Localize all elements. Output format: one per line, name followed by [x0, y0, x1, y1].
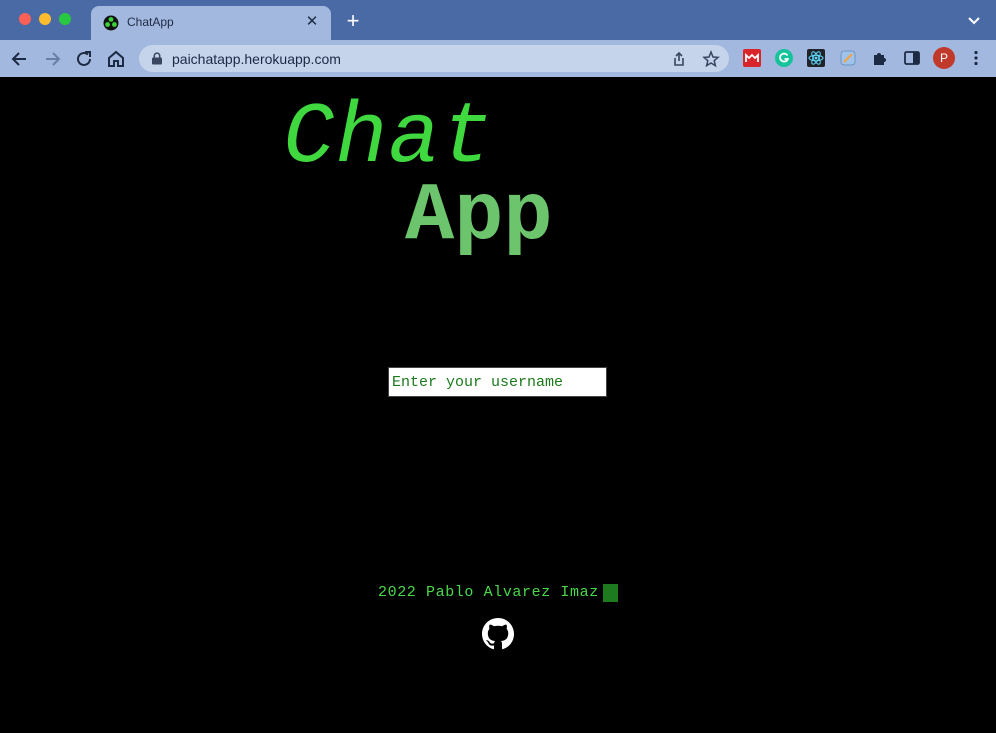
home-icon[interactable]: [105, 48, 127, 70]
close-window-button[interactable]: [19, 13, 31, 25]
forward-arrow-icon[interactable]: [41, 48, 63, 70]
lock-icon: [152, 52, 162, 65]
reload-icon[interactable]: [73, 48, 95, 70]
grammarly-extension-icon[interactable]: [775, 49, 793, 67]
browser-tab-bar: ChatApp ✕ +: [0, 0, 996, 40]
react-devtools-extension-icon[interactable]: [807, 49, 825, 67]
address-bar[interactable]: paichatapp.herokuapp.com: [139, 45, 729, 72]
share-icon[interactable]: [670, 50, 688, 68]
footer-credit: 2022 Pablo Alvarez Imaz: [378, 584, 599, 601]
mendeley-extension-icon[interactable]: [743, 49, 761, 67]
browser-toolbar: paichatapp.herokuapp.com P: [0, 40, 996, 77]
profile-avatar[interactable]: P: [933, 47, 955, 69]
side-panel-icon[interactable]: [903, 49, 921, 67]
username-input[interactable]: [388, 367, 607, 397]
back-arrow-icon[interactable]: [9, 48, 31, 70]
color-picker-extension-icon[interactable]: [839, 49, 857, 67]
chatapp-favicon-icon: [103, 15, 119, 31]
url-text: paichatapp.herokuapp.com: [172, 51, 341, 67]
minimize-window-button[interactable]: [39, 13, 51, 25]
kebab-menu-icon[interactable]: [967, 49, 985, 67]
extensions-puzzle-icon[interactable]: [871, 49, 889, 67]
logo-app-text: App: [405, 170, 553, 263]
avatar-letter: P: [939, 51, 948, 65]
tab-title: ChatApp: [127, 15, 174, 29]
maximize-window-button[interactable]: [59, 13, 71, 25]
new-tab-button[interactable]: +: [343, 10, 363, 32]
page-content: Chat App 2022 Pablo Alvarez Imaz: [0, 77, 996, 733]
blinking-cursor: [603, 584, 618, 602]
bookmark-star-icon[interactable]: [702, 50, 720, 68]
close-tab-icon[interactable]: ✕: [303, 13, 321, 31]
tab-search-chevron-icon[interactable]: [966, 12, 982, 28]
github-icon[interactable]: [482, 618, 514, 650]
browser-tab-chatapp[interactable]: ChatApp ✕: [91, 6, 331, 40]
